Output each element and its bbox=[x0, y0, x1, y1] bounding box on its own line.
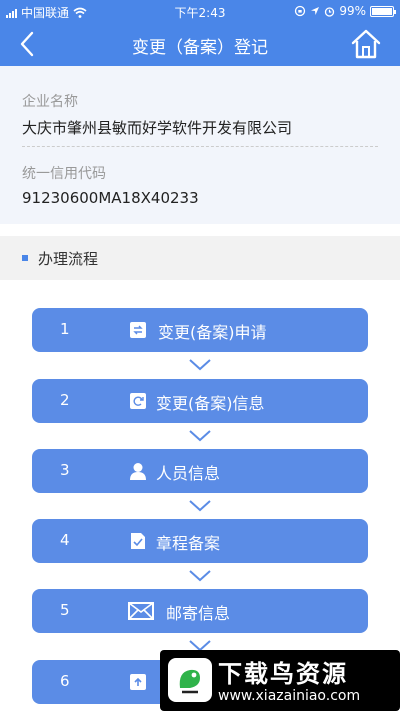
divider bbox=[22, 146, 378, 147]
company-name-value: 大庆市肇州县敏而好学软件开发有限公司 bbox=[22, 119, 293, 137]
battery-percent: 99% bbox=[339, 4, 366, 18]
refresh-doc-icon bbox=[130, 393, 146, 409]
mail-icon bbox=[128, 602, 154, 620]
watermark-url: www.xiazainiao.com bbox=[218, 688, 361, 704]
home-icon[interactable] bbox=[350, 28, 382, 60]
status-bar: 中国联通 下午2:43 99% bbox=[0, 0, 400, 22]
chevron-down-icon bbox=[189, 570, 211, 582]
nav-bar: 变更（备案）登记 bbox=[0, 22, 400, 66]
battery-icon bbox=[370, 5, 396, 17]
step-number: 4 bbox=[60, 531, 70, 549]
company-info-card: 企业名称 大庆市肇州县敏而好学软件开发有限公司 统一信用代码 91230600M… bbox=[0, 66, 400, 224]
alarm-icon bbox=[325, 6, 335, 17]
step-3-button[interactable]: 3 人员信息 bbox=[32, 449, 368, 493]
process-section-title: 办理流程 bbox=[38, 250, 99, 268]
step-label: 章程备案 bbox=[156, 534, 221, 553]
step-5-button[interactable]: 5 邮寄信息 bbox=[32, 589, 368, 633]
bullet-icon bbox=[22, 255, 28, 261]
step-number: 5 bbox=[60, 601, 70, 619]
rotation-lock-icon bbox=[295, 5, 306, 17]
step-4-button[interactable]: 4 章程备案 bbox=[32, 519, 368, 563]
chevron-down-icon bbox=[189, 430, 211, 442]
step-label: 变更(备案)申请 bbox=[158, 323, 267, 342]
bird-logo-icon bbox=[168, 658, 212, 702]
credit-code-label: 统一信用代码 bbox=[22, 166, 106, 182]
watermark-title: 下载鸟资源 bbox=[218, 660, 348, 688]
step-number: 1 bbox=[60, 320, 70, 338]
step-number: 2 bbox=[60, 391, 70, 409]
page-title: 变更（备案）登记 bbox=[132, 38, 268, 58]
doc-check-icon bbox=[131, 533, 145, 549]
step-number: 6 bbox=[60, 672, 70, 690]
step-number: 3 bbox=[60, 461, 70, 479]
edit-doc-icon bbox=[130, 322, 146, 338]
credit-code-value: 91230600MA18X40233 bbox=[22, 189, 199, 207]
step-label: 变更(备案)信息 bbox=[156, 394, 265, 413]
step-2-button[interactable]: 2 变更(备案)信息 bbox=[32, 379, 368, 423]
process-section-header: 办理流程 bbox=[0, 236, 400, 280]
step-1-button[interactable]: 1 变更(备案)申请 bbox=[32, 308, 368, 352]
location-icon bbox=[311, 7, 320, 15]
chevron-down-icon bbox=[189, 500, 211, 512]
upload-icon bbox=[130, 674, 146, 690]
step-label: 邮寄信息 bbox=[166, 604, 231, 623]
watermark: 下载鸟资源 www.xiazainiao.com bbox=[160, 650, 400, 711]
chevron-down-icon bbox=[189, 359, 211, 371]
person-icon bbox=[130, 463, 146, 480]
step-label: 人员信息 bbox=[156, 464, 221, 483]
company-name-label: 企业名称 bbox=[22, 94, 78, 110]
